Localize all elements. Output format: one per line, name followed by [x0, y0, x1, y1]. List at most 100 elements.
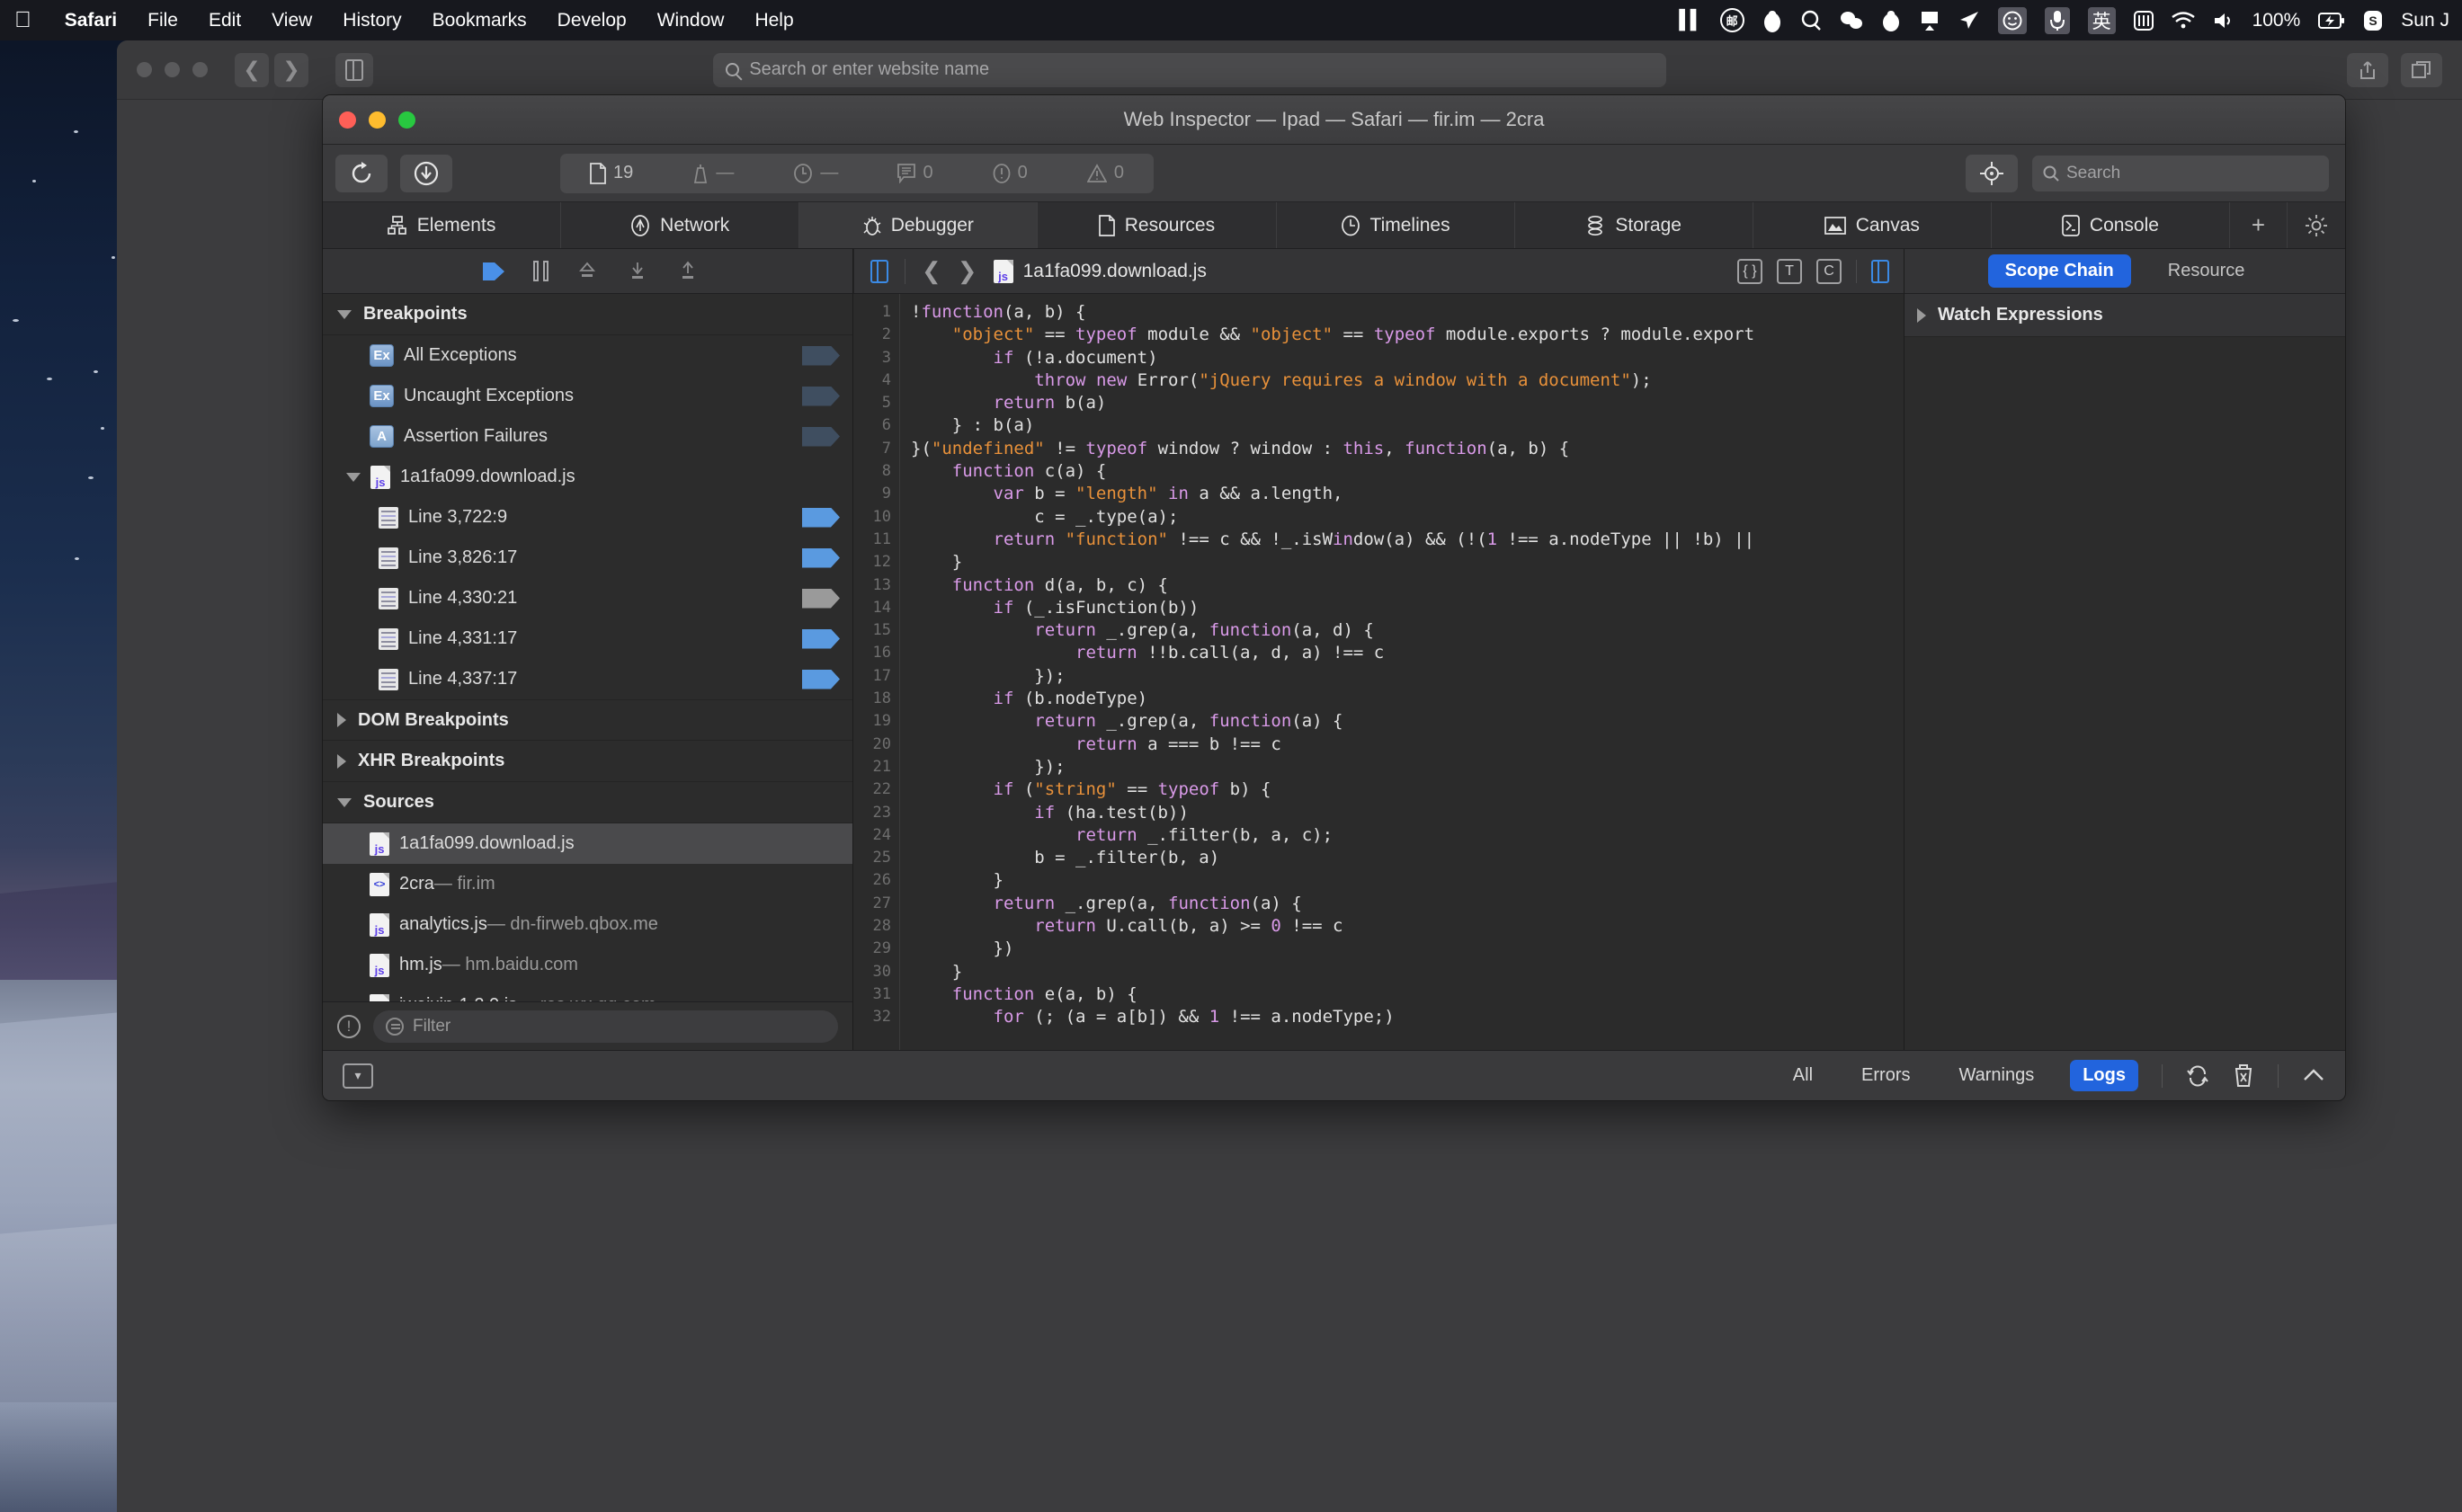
- breakpoint-toggle[interactable]: [802, 507, 840, 528]
- menu-item-bookmarks[interactable]: Bookmarks: [417, 10, 542, 31]
- emoji-icon[interactable]: [1997, 6, 2027, 34]
- breakpoint-toggle[interactable]: [802, 669, 840, 689]
- refresh-preserve-icon[interactable]: [2186, 1064, 2209, 1088]
- s-app-icon[interactable]: S: [2363, 7, 2383, 34]
- breakpoint-line[interactable]: Line 4,331:17: [323, 618, 852, 659]
- console-filter-warnings[interactable]: Warnings: [1946, 1060, 2047, 1091]
- inspector-traffic-lights[interactable]: [339, 111, 415, 129]
- inspector-close-button[interactable]: [339, 111, 356, 129]
- wifi-icon[interactable]: [2171, 7, 2195, 34]
- tab-storage[interactable]: Storage: [1515, 202, 1753, 248]
- breakpoint-line[interactable]: Line 4,330:21: [323, 578, 852, 618]
- download-button[interactable]: [400, 154, 452, 192]
- wechat-icon[interactable]: [1840, 7, 1863, 34]
- input-source-cn-icon[interactable]: 英: [2087, 6, 2116, 34]
- nav-forward-button[interactable]: ❯: [958, 257, 977, 285]
- show-details-sidebar-button[interactable]: [1871, 259, 1889, 283]
- volume-icon[interactable]: [2213, 7, 2235, 34]
- microphone-icon[interactable]: [2044, 6, 2070, 34]
- exclamation-circle-icon[interactable]: !: [337, 1014, 361, 1038]
- tab-canvas[interactable]: Canvas: [1753, 202, 1992, 248]
- maximize-button[interactable]: [192, 62, 208, 77]
- battery-charging-icon[interactable]: [2318, 7, 2345, 34]
- section-sources[interactable]: Sources: [323, 782, 852, 823]
- safari-sidebar-button[interactable]: [335, 52, 373, 87]
- gear-icon[interactable]: [2288, 202, 2345, 248]
- step-into-button[interactable]: [626, 260, 649, 283]
- breakpoint-toggle[interactable]: [802, 345, 840, 366]
- section-dom-breakpoints[interactable]: DOM Breakpoints: [323, 699, 852, 741]
- menu-item-history[interactable]: History: [327, 10, 416, 31]
- breakpoint-assertion-failures[interactable]: A Assertion Failures: [323, 416, 852, 457]
- tab-elements[interactable]: Elements: [323, 202, 562, 248]
- breakpoint-file-group[interactable]: js 1a1fa099.download.js: [323, 457, 852, 497]
- step-over-button[interactable]: [575, 260, 599, 283]
- breakpoint-toggle[interactable]: [802, 547, 840, 568]
- inspector-minimize-button[interactable]: [369, 111, 386, 129]
- breakpoint-line[interactable]: Line 4,337:17: [323, 659, 852, 699]
- code-content[interactable]: !function(a, b) { "object" == typeof mod…: [900, 294, 1904, 1050]
- menu-item-safari[interactable]: Safari: [49, 10, 132, 31]
- nav-back-button[interactable]: ❮: [922, 257, 941, 285]
- show-types-button[interactable]: T: [1777, 258, 1802, 284]
- breakpoint-line[interactable]: Line 3,722:9: [323, 497, 852, 538]
- apple-logo-icon[interactable]: : [14, 9, 31, 31]
- console-filter-errors[interactable]: Errors: [1849, 1060, 1922, 1091]
- pretty-print-button[interactable]: { }: [1737, 258, 1762, 284]
- telegram-icon[interactable]: [1958, 7, 1980, 34]
- breakpoint-line[interactable]: Line 3,826:17: [323, 538, 852, 578]
- menu-item-view[interactable]: View: [256, 10, 327, 31]
- inspector-search-input[interactable]: Search: [2032, 155, 2329, 191]
- segment-resource[interactable]: Resource: [2151, 254, 2262, 288]
- search-chat-icon[interactable]: [1800, 7, 1822, 34]
- menu-item-file[interactable]: File: [132, 10, 193, 31]
- console-filter-logs[interactable]: Logs: [2070, 1060, 2138, 1091]
- battery-bar-icon[interactable]: [2133, 7, 2154, 34]
- inspect-element-button[interactable]: [1966, 154, 2018, 192]
- source-item-jweixin[interactable]: js jweixin-1.2.0.js — res.wx.qq.com: [323, 985, 852, 1001]
- menu-item-window[interactable]: Window: [642, 10, 740, 31]
- postal-icon[interactable]: 邮: [1719, 7, 1744, 34]
- tab-network[interactable]: Network: [561, 202, 800, 248]
- breakpoint-toggle[interactable]: [802, 628, 840, 649]
- source-item-analytics[interactable]: js analytics.js — dn-firweb.qbox.me: [323, 904, 852, 945]
- menu-item-edit[interactable]: Edit: [193, 10, 256, 31]
- show-navigation-sidebar-icon[interactable]: [870, 259, 888, 283]
- section-breakpoints[interactable]: Breakpoints: [323, 294, 852, 335]
- breakpoint-toggle[interactable]: [802, 386, 840, 406]
- filter-input[interactable]: Filter: [373, 1009, 838, 1043]
- breakpoint-toggle[interactable]: [802, 588, 840, 609]
- current-file-chip[interactable]: js 1a1fa099.download.js: [993, 259, 1207, 283]
- menu-item-help[interactable]: Help: [739, 10, 808, 31]
- breakpoint-toggle[interactable]: [802, 426, 840, 447]
- watch-expressions-section[interactable]: Watch Expressions: [1904, 294, 2345, 337]
- pause-button[interactable]: [533, 261, 549, 281]
- add-tab-button[interactable]: +: [2230, 202, 2288, 248]
- menu-bar-clock[interactable]: Sun J: [2401, 7, 2449, 34]
- safari-forward-button[interactable]: ❯: [274, 52, 308, 87]
- console-filter-all[interactable]: All: [1780, 1060, 1825, 1091]
- source-item-hm[interactable]: js hm.js — hm.baidu.com: [323, 945, 852, 985]
- qq-music-icon[interactable]: [1762, 7, 1782, 34]
- execution-context-icon[interactable]: ▾: [343, 1063, 373, 1089]
- minimize-button[interactable]: [165, 62, 180, 77]
- airplay-icon[interactable]: [1919, 7, 1940, 34]
- menu-item-develop[interactable]: Develop: [542, 10, 642, 31]
- safari-back-button[interactable]: ❮: [235, 52, 269, 87]
- qq-icon[interactable]: [1881, 7, 1901, 34]
- step-out-button[interactable]: [676, 260, 700, 283]
- pause-red-icon[interactable]: ▍▍: [1680, 7, 1705, 34]
- share-button[interactable]: [2346, 52, 2388, 87]
- tab-console[interactable]: Console: [1992, 202, 2230, 248]
- reload-button[interactable]: [335, 154, 388, 192]
- source-item-2cra[interactable]: <> 2cra — fir.im: [323, 864, 852, 904]
- trash-clear-icon[interactable]: [2233, 1063, 2254, 1088]
- show-tabs-button[interactable]: [2400, 52, 2442, 87]
- tab-debugger[interactable]: Debugger: [799, 202, 1039, 248]
- safari-address-bar[interactable]: Search or enter website name: [713, 52, 1667, 87]
- tab-timelines[interactable]: Timelines: [1277, 202, 1515, 248]
- resume-button[interactable]: [483, 261, 506, 282]
- breakpoint-all-exceptions[interactable]: Ex All Exceptions: [323, 335, 852, 376]
- tab-resources[interactable]: Resources: [1038, 202, 1277, 248]
- close-button[interactable]: [137, 62, 152, 77]
